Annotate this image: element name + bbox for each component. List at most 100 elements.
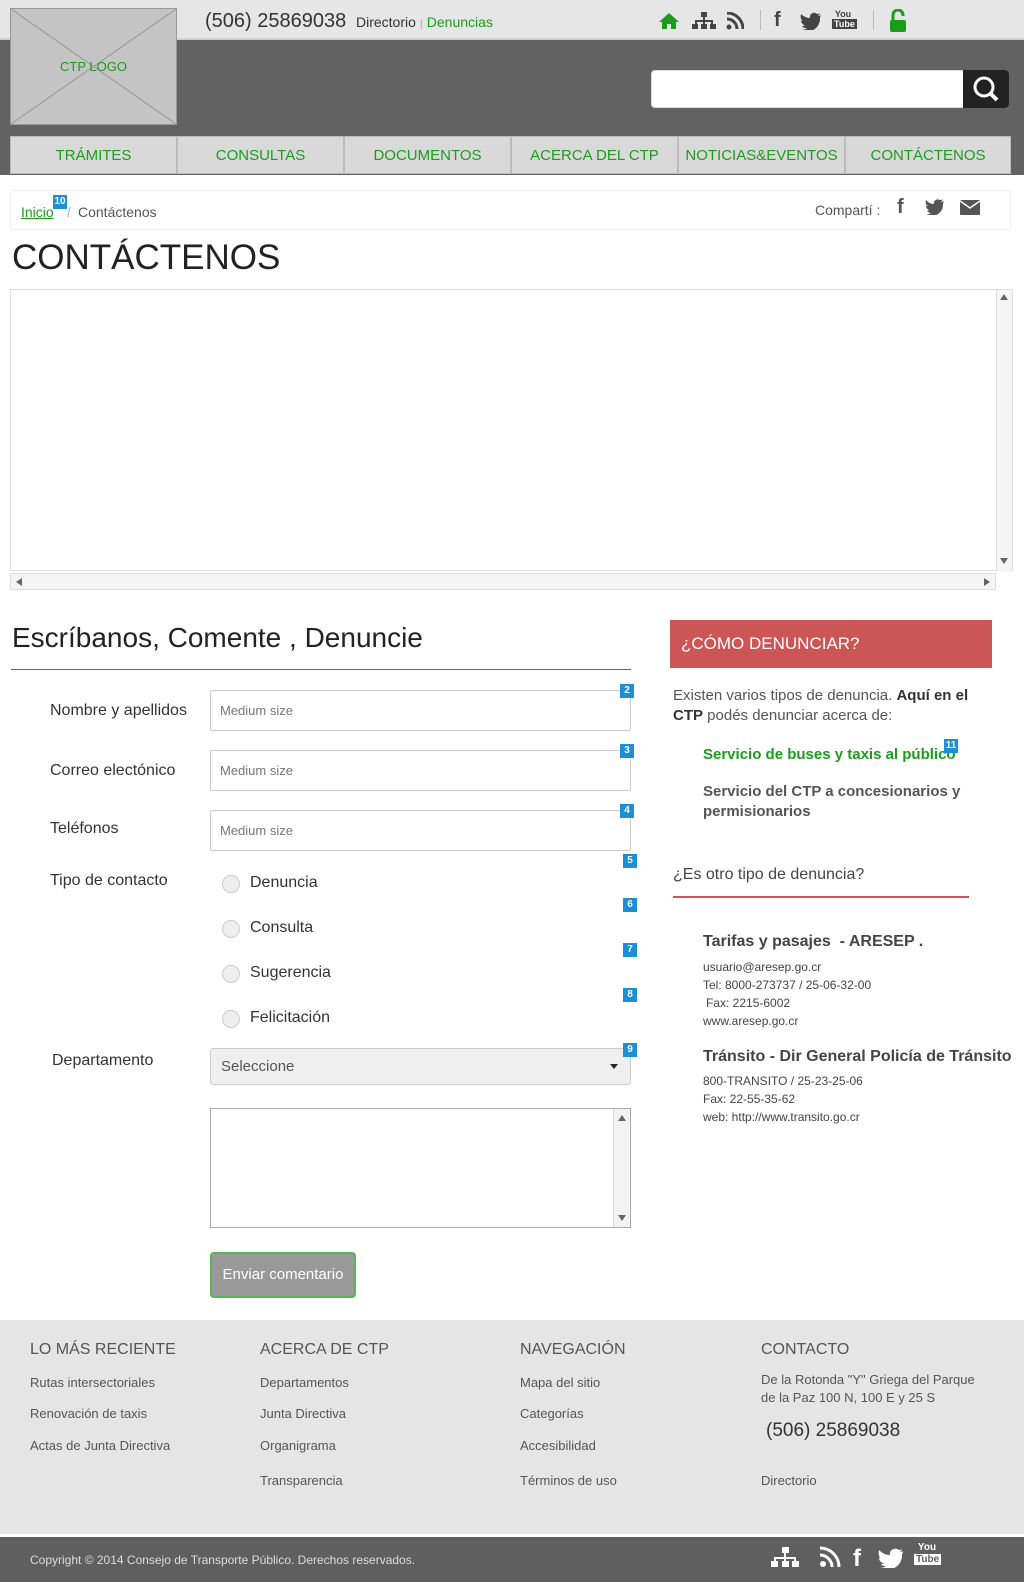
aresep-title-text: Tarifas y pasajes <box>703 933 831 950</box>
footer-link[interactable]: Junta Directiva <box>260 1406 346 1421</box>
transito-title: Tránsito - Dir General Policía de Tránsi… <box>703 1048 1012 1066</box>
radio-felicitacion[interactable] <box>222 1010 240 1028</box>
textarea-scrollbar[interactable] <box>613 1109 630 1227</box>
footer-link[interactable]: Mapa del sitio <box>520 1375 600 1390</box>
scroll-up-arrow-icon[interactable] <box>1000 294 1008 300</box>
scroll-down-arrow-icon[interactable] <box>618 1215 626 1221</box>
radio-consulta[interactable] <box>222 920 240 938</box>
nav-contactenos[interactable]: CONTÁCTENOS <box>845 136 1011 174</box>
logo-text: CTP LOGO <box>60 59 127 74</box>
link-servicio-buses[interactable]: Servicio de buses y taxis al público <box>703 746 956 763</box>
sidebar-intro-text: Existen varios tipos de denuncia. <box>673 687 893 704</box>
link-servicio-ctp[interactable]: Servicio del CTP a concesionarios y perm… <box>703 782 963 822</box>
aresep-email[interactable]: usuario@aresep.go.cr <box>703 960 821 974</box>
transito-web[interactable]: web: http://www.transito.go.cr <box>703 1110 860 1124</box>
breadcrumb-separator: / <box>67 204 71 220</box>
aresep-title: Tarifas y pasajes - ARESEP . <box>703 933 923 951</box>
unlock-icon[interactable] <box>889 9 907 33</box>
transito-fax: Fax: 22-55-35-62 <box>703 1092 796 1106</box>
sitemap-icon[interactable] <box>771 1547 799 1569</box>
footer-phone: (506) 25869038 <box>766 1420 901 1441</box>
page-title: CONTÁCTENOS <box>12 238 281 277</box>
sitemap-icon[interactable] <box>692 12 716 30</box>
department-select-value: Seleccione <box>221 1058 295 1075</box>
annotation-badge: 3 <box>620 744 634 758</box>
annotation-badge: 8 <box>623 988 637 1002</box>
annotation-badge: 11 <box>944 739 958 753</box>
nav-documentos[interactable]: DOCUMENTOS <box>344 136 511 174</box>
footer-address: De la Rotonda "Y" Griega del Parque <box>761 1372 975 1387</box>
horizontal-scrollbar[interactable] <box>10 573 996 590</box>
aresep-web[interactable]: www.aresep.go.cr <box>703 1014 798 1028</box>
footer-link[interactable]: Departamentos <box>260 1375 349 1390</box>
radio-sugerencia[interactable] <box>222 965 240 983</box>
other-complaint-heading: ¿Es otro tipo de denuncia? <box>673 866 865 883</box>
directorio-link[interactable]: Directorio <box>356 14 416 30</box>
home-icon[interactable] <box>658 12 680 30</box>
footer-link[interactable]: Directorio <box>761 1473 817 1488</box>
aresep-tel: Tel: 8000-273737 / 25-06-32-00 <box>703 978 872 992</box>
radio-felicitacion-label: Felicitación <box>250 1009 331 1026</box>
department-label: Departamento <box>52 1052 154 1069</box>
vertical-scrollbar[interactable] <box>996 290 1012 572</box>
email-input[interactable]: Medium size <box>210 750 631 791</box>
comment-textarea[interactable] <box>210 1108 631 1228</box>
youtube-icon[interactable]: You Tube <box>914 1542 942 1570</box>
search-button[interactable] <box>963 70 1009 108</box>
aresep-org: - ARESEP . <box>839 933 924 950</box>
embedded-frame[interactable] <box>10 289 1013 571</box>
annotation-badge: 2 <box>620 684 634 698</box>
radio-denuncia[interactable] <box>222 875 240 893</box>
annotation-badge: 4 <box>620 804 634 818</box>
phone-input[interactable]: Medium size <box>210 810 631 851</box>
nav-noticias[interactable]: NOTICIAS&EVENTOS <box>678 136 845 174</box>
name-label: Nombre y apellidos <box>50 702 187 719</box>
facebook-icon[interactable]: f <box>774 9 781 32</box>
sidebar-intro-text-2: podés denunciar acerca de: <box>707 707 893 724</box>
footer-link[interactable]: Transparencia <box>260 1473 343 1488</box>
rss-icon[interactable] <box>726 12 744 30</box>
footer-link[interactable]: Categorías <box>520 1406 584 1421</box>
submit-button[interactable]: Enviar comentario <box>210 1252 356 1298</box>
logo[interactable]: CTP LOGO <box>10 8 177 125</box>
denuncias-link[interactable]: Denuncias <box>427 14 493 30</box>
twitter-icon[interactable] <box>800 12 822 30</box>
facebook-icon[interactable]: f <box>853 1545 861 1573</box>
footer-link[interactable]: Actas de Junta Directiva <box>30 1438 170 1453</box>
rss-icon[interactable] <box>819 1546 841 1568</box>
mail-icon[interactable] <box>960 200 980 215</box>
search-input[interactable] <box>651 70 1009 108</box>
footer-heading-about: ACERCA DE CTP <box>260 1341 389 1358</box>
footer-link[interactable]: Organigrama <box>260 1438 336 1453</box>
twitter-icon[interactable] <box>878 1548 904 1568</box>
footer-link[interactable]: Accesibilidad <box>520 1438 596 1453</box>
footer-link[interactable]: Términos de uso <box>520 1473 617 1488</box>
top-links: Directorio | Denuncias <box>356 14 493 30</box>
footer-heading-recent: LO MÁS RECIENTE <box>30 1341 176 1358</box>
transito-org: - Dir General Policía de Tránsito <box>769 1048 1012 1065</box>
breadcrumb-home[interactable]: Inicio <box>21 204 54 220</box>
department-select[interactable]: Seleccione <box>210 1048 631 1085</box>
nav-acerca[interactable]: ACERCA DEL CTP <box>511 136 678 174</box>
scroll-down-arrow-icon[interactable] <box>1000 558 1008 564</box>
scroll-left-arrow-icon[interactable] <box>16 578 22 586</box>
nav-consultas[interactable]: CONSULTAS <box>177 136 344 174</box>
radio-denuncia-label: Denuncia <box>250 874 318 891</box>
name-input[interactable]: Medium size <box>210 690 631 731</box>
annotation-badge: 7 <box>623 943 637 957</box>
nav-tramites[interactable]: TRÁMITES <box>10 136 177 174</box>
youtube-icon[interactable]: You Tube <box>832 9 857 33</box>
annotation-badge: 10 <box>53 195 67 209</box>
twitter-icon[interactable] <box>925 199 945 215</box>
annotation-badge: 5 <box>623 854 637 868</box>
footer-heading-contact: CONTACTO <box>761 1341 850 1358</box>
transito-title-text: Tránsito <box>703 1048 766 1065</box>
header-phone: (506) 25869038 <box>205 10 347 32</box>
copyright-text: Copyright © 2014 Consejo de Transporte P… <box>30 1553 416 1567</box>
footer-link[interactable]: Renovación de taxis <box>30 1406 147 1421</box>
facebook-icon[interactable]: f <box>897 196 904 219</box>
scroll-right-arrow-icon[interactable] <box>984 578 990 586</box>
sidebar-intro: Existen varios tipos de denuncia. Aquí e… <box>673 686 973 726</box>
footer-link[interactable]: Rutas intersectoriales <box>30 1375 155 1390</box>
scroll-up-arrow-icon[interactable] <box>618 1115 626 1121</box>
